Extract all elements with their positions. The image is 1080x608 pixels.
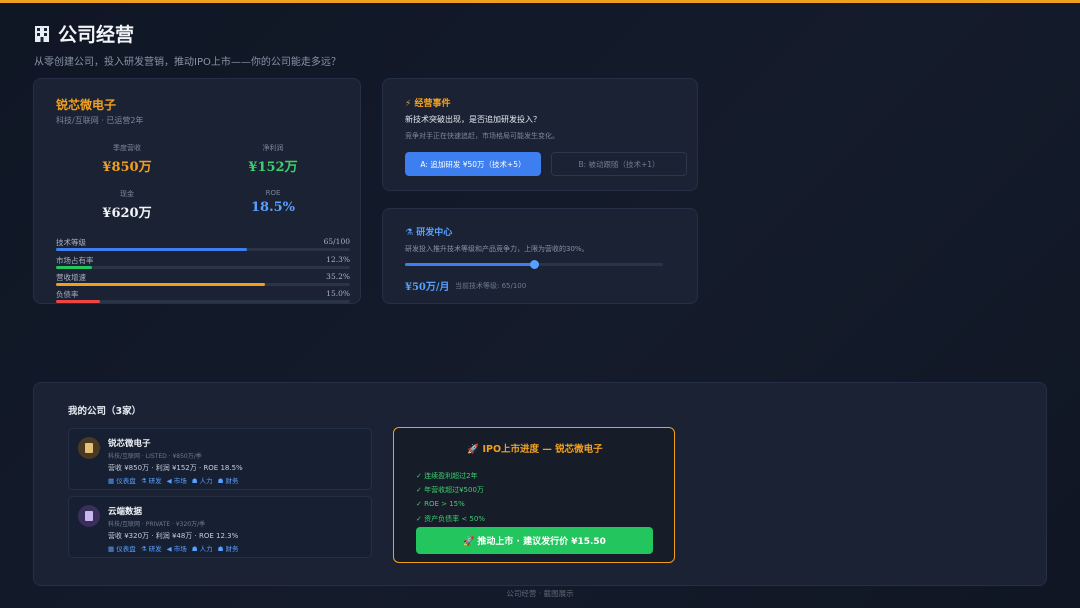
company-meta: 科技/互联网 · 已运营2年 [56, 116, 144, 125]
rd-center-card: ⚗ 研发中心 研发投入推升技术等级和产品竞争力，上限为营收的30%。 ¥50万/… [382, 208, 698, 304]
top-accent-bar [0, 0, 1080, 3]
stat-label: 现金 [120, 190, 134, 198]
option-a-button[interactable]: A: 追加研发 ¥50万（技术+5） [405, 152, 541, 176]
building-icon [85, 511, 93, 521]
bar-label: 市场占有率 [56, 256, 94, 265]
dashboard-link[interactable]: ▦ 仪表盘 [108, 543, 136, 553]
business-event-card: ⚡ 经营事件 新技术突破出现，是否追加研发投入？ 竞争对手正在快速追赶，市场格局… [382, 78, 698, 191]
stat-label: ROE [265, 189, 281, 197]
building-icon [85, 443, 93, 453]
finance-link[interactable]: ☗ 财务 [218, 475, 239, 485]
stat-profit: 净利润 ¥152万 [202, 141, 344, 179]
rd-link[interactable]: ⚗ 研发 [141, 475, 162, 485]
finance-link[interactable]: ☗ 财务 [218, 543, 239, 553]
company-item-finance: 营收 ¥850万 · 利润 ¥152万 · ROE 18.5% [108, 464, 243, 472]
company-item-actions: ▦ 仪表盘 ⚗ 研发 ◀ 市场 ☗ 人力 ☗ 财务 [108, 543, 239, 553]
building-icon [34, 25, 50, 43]
my-companies-title: 我的公司（3家） [68, 406, 142, 417]
stat-value: ¥620万 [102, 206, 152, 221]
company-item-meta: 科技/互联网 · PRIVATE · ¥320万/季 [108, 521, 206, 528]
event-title: ⚡ 经营事件 [405, 99, 451, 109]
company-item-actions: ▦ 仪表盘 ⚗ 研发 ◀ 市场 ☗ 人力 ☗ 财务 [108, 475, 239, 485]
company-item-name: 云端数据 [108, 507, 143, 517]
company-item-meta: 科技/互联网 · LISTED · ¥850万/季 [108, 453, 202, 460]
rd-title-text: 研发中心 [416, 228, 453, 238]
bar-label: 技术等级 [56, 238, 86, 247]
bar-value: 15.0% [326, 289, 350, 298]
stat-value: ¥850万 [102, 160, 152, 175]
ipo-condition: ✓ 年营收超过¥500万 [416, 486, 484, 494]
ipo-condition: ✓ 连续盈利超过2年 [416, 472, 478, 480]
rd-description: 研发投入推升技术等级和产品竞争力，上限为营收的30%。 [405, 245, 589, 253]
option-b-button[interactable]: B: 被动跟随（技术+1） [551, 152, 687, 176]
company-list-item[interactable]: 锐芯微电子 科技/互联网 · LISTED · ¥850万/季 营收 ¥850万… [68, 428, 372, 490]
push-ipo-button[interactable]: 🚀 推动上市 · 建议发行价 ¥15.50 [416, 527, 653, 554]
ipo-condition: ✓ ROE > 15% [416, 500, 465, 508]
event-description: 竞争对手正在快速追赶，市场格局可能发生变化。 [405, 132, 559, 140]
bar-fill [56, 248, 248, 251]
event-question: 新技术突破出现，是否追加研发投入？ [405, 115, 541, 124]
stat-value: ¥152万 [248, 160, 298, 175]
rd-title: ⚗ 研发中心 [405, 225, 452, 238]
company-item-name: 锐芯微电子 [108, 439, 151, 449]
bar-value: 65/100 [323, 237, 350, 246]
company-name: 锐芯微电子 [56, 98, 117, 112]
company-list-item[interactable]: 云端数据 科技/互联网 · PRIVATE · ¥320万/季 营收 ¥320万… [68, 496, 372, 558]
market-link[interactable]: ◀ 市场 [167, 475, 187, 485]
rd-budget-slider[interactable] [405, 260, 663, 269]
company-item-finance: 营收 ¥320万 · 利润 ¥48万 · ROE 12.3% [108, 532, 239, 540]
market-link[interactable]: ◀ 市场 [167, 543, 187, 553]
hr-link[interactable]: ☗ 人力 [192, 475, 213, 485]
bar-label: 负债率 [56, 290, 79, 299]
hr-link[interactable]: ☗ 人力 [192, 543, 213, 553]
page-subtitle: 从零创建公司，投入研发营销，推动IPO上市——你的公司能走多远？ [34, 57, 341, 68]
avatar [78, 437, 100, 459]
stat-cash: 现金 ¥620万 [56, 187, 198, 225]
flask-icon: ⚗ [405, 228, 414, 238]
stat-roe: ROE 18.5% [202, 187, 344, 225]
stat-label: 净利润 [262, 144, 284, 152]
bar-fill [56, 283, 265, 286]
slider-fill [405, 263, 534, 266]
bar-fill [56, 300, 101, 303]
bar-fill [56, 266, 93, 269]
page-header: 公司经营 [34, 20, 134, 47]
slider-thumb[interactable] [530, 260, 539, 269]
ipo-progress-panel: 🚀 IPO上市进度 — 锐芯微电子 ✓ 连续盈利超过2年 ✓ 年营收超过¥500… [393, 427, 675, 563]
stat-label: 季度营收 [113, 144, 141, 152]
rd-amount: ¥50万/月 [405, 282, 450, 293]
page-title: 公司经营 [58, 24, 135, 46]
stat-revenue: 季度营收 ¥850万 [56, 141, 198, 179]
avatar [78, 505, 100, 527]
dashboard-link[interactable]: ▦ 仪表盘 [108, 475, 136, 485]
bar-value: 12.3% [326, 255, 350, 264]
ipo-condition: ✓ 资产负债率 < 50% [416, 515, 485, 523]
stat-value: 18.5% [250, 200, 295, 215]
rd-link[interactable]: ⚗ 研发 [141, 543, 162, 553]
bar-value: 35.2% [326, 272, 350, 281]
rd-tech-level: 当前技术等级: 65/100 [455, 282, 527, 290]
footer-caption: 公司经营 · 截图展示 [506, 589, 574, 598]
bar-label: 营收增速 [56, 273, 86, 282]
ipo-title: 🚀 IPO上市进度 — 锐芯微电子 [467, 444, 603, 455]
company-dashboard-card: 锐芯微电子 科技/互联网 · 已运营2年 季度营收 ¥850万 净利润 ¥152… [33, 78, 361, 304]
